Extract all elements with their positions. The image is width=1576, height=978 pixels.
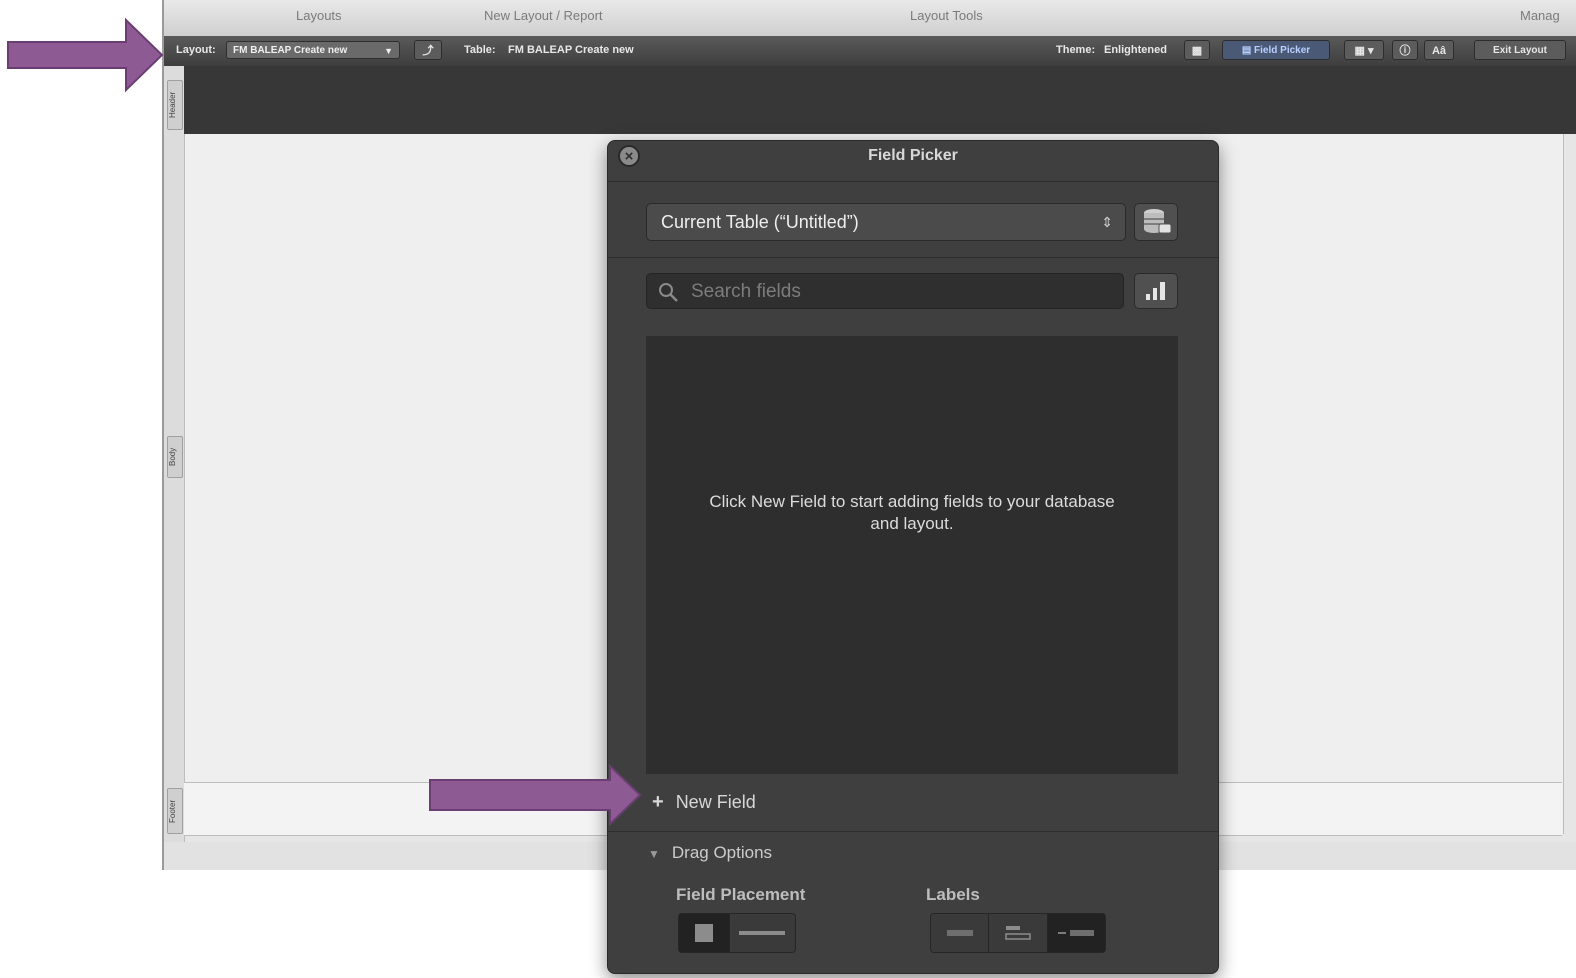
manage-database-button[interactable] xyxy=(1134,203,1178,241)
drag-options-label: Drag Options xyxy=(671,843,773,862)
table-label: Table: xyxy=(464,44,496,56)
header-part[interactable] xyxy=(184,66,1576,134)
inspector-button[interactable]: ⓘ xyxy=(1392,40,1418,60)
top-toolbar: Layouts New Layout / Report Layout Tools… xyxy=(164,0,1576,37)
sort-fields-button[interactable] xyxy=(1134,273,1178,309)
labels-control xyxy=(930,913,1106,953)
new-field-button[interactable]: + New Field xyxy=(646,789,946,815)
search-field[interactable] xyxy=(646,273,1124,309)
theme-button[interactable]: ▩ xyxy=(1184,40,1210,60)
layout-select[interactable]: FM BALEAP Create new ▼ xyxy=(226,41,400,59)
new-field-label: New Field xyxy=(675,792,756,812)
horizontal-placement-option[interactable] xyxy=(730,914,795,952)
field-list-icon: ▤ xyxy=(1241,45,1252,56)
info-icon: ⓘ xyxy=(1399,45,1411,57)
field-picker-button[interactable]: ▤ Field Picker xyxy=(1222,40,1330,60)
plus-icon: + xyxy=(652,791,664,813)
aa-label: Aâ xyxy=(1431,45,1447,57)
label-left-icon xyxy=(946,930,973,936)
manage-layouts-button[interactable]: ⤴ xyxy=(414,40,442,60)
field-picker-button-label: Field Picker xyxy=(1254,45,1311,56)
divider xyxy=(608,831,1218,832)
tab-manage[interactable]: Manag xyxy=(1520,8,1560,23)
sort-bars-icon xyxy=(1146,282,1165,300)
exit-layout-label: Exit Layout xyxy=(1493,45,1547,56)
labels-label: Labels xyxy=(926,885,980,904)
annotation-arrow-layout-bar xyxy=(7,17,164,93)
table-selector[interactable]: Current Table (“Untitled”) ⇕ xyxy=(646,203,1126,241)
tab-new-layout-report[interactable]: New Layout / Report xyxy=(484,8,603,23)
annotation-arrow-new-field xyxy=(429,764,642,826)
theme-icon: ▩ xyxy=(1191,45,1203,57)
database-icon xyxy=(1144,209,1172,234)
field-list[interactable]: Click New Field to start adding fields t… xyxy=(646,336,1178,774)
arrows-icon: ⤴ xyxy=(422,45,434,57)
labels-none-option[interactable] xyxy=(1047,914,1105,952)
tab-layout-tools[interactable]: Layout Tools xyxy=(910,8,983,23)
label-top-icon xyxy=(1005,926,1031,940)
font-button[interactable]: Aâ xyxy=(1424,40,1454,60)
layout-select-value: FM BALEAP Create new xyxy=(233,45,348,56)
vertical-placement-option[interactable] xyxy=(679,914,730,952)
field-picker-panel: × Field Picker Current Table (“Untitled”… xyxy=(607,140,1219,974)
divider xyxy=(608,181,1218,182)
labels-left-option[interactable] xyxy=(931,914,990,952)
search-icon xyxy=(659,283,678,302)
layout-label: Layout: xyxy=(176,44,216,56)
part-tab-footer[interactable]: Footer xyxy=(167,788,183,834)
horizontal-line-icon xyxy=(739,931,786,935)
exit-layout-button[interactable]: Exit Layout xyxy=(1474,40,1566,60)
part-ruler: Header Body Footer xyxy=(164,66,185,866)
drag-options-toggle[interactable]: ▼ Drag Options xyxy=(648,843,772,863)
field-picker-title: Field Picker xyxy=(868,147,958,164)
search-input[interactable] xyxy=(689,277,1113,307)
stacked-square-icon xyxy=(694,924,713,942)
table-selector-value: Current Table (“Untitled”) xyxy=(661,212,859,232)
empty-message: Click New Field to start adding fields t… xyxy=(709,492,1115,533)
labels-top-option[interactable] xyxy=(989,914,1048,952)
table-value: FM BALEAP Create new xyxy=(508,44,634,56)
disclosure-triangle-icon: ▼ xyxy=(648,847,660,861)
view-options-button[interactable]: ▦ ▾ xyxy=(1344,40,1384,60)
field-placement-label: Field Placement xyxy=(676,885,806,904)
part-tab-header[interactable]: Header xyxy=(167,80,183,130)
tab-layouts[interactable]: Layouts xyxy=(296,8,342,23)
chevron-down-icon: ▼ xyxy=(384,46,393,56)
field-placement-control xyxy=(678,913,796,953)
updown-arrows-icon: ⇕ xyxy=(1101,214,1113,230)
grid-icon: ▦ ▾ xyxy=(1354,45,1374,57)
label-none-icon xyxy=(1058,930,1095,936)
layout-bar: Layout: FM BALEAP Create new ▼ ⤴ Table: … xyxy=(164,36,1576,66)
part-tab-body[interactable]: Body xyxy=(167,436,183,478)
divider xyxy=(608,257,1218,258)
theme-value: Enlightened xyxy=(1104,44,1167,56)
theme-label: Theme: xyxy=(1056,44,1096,56)
